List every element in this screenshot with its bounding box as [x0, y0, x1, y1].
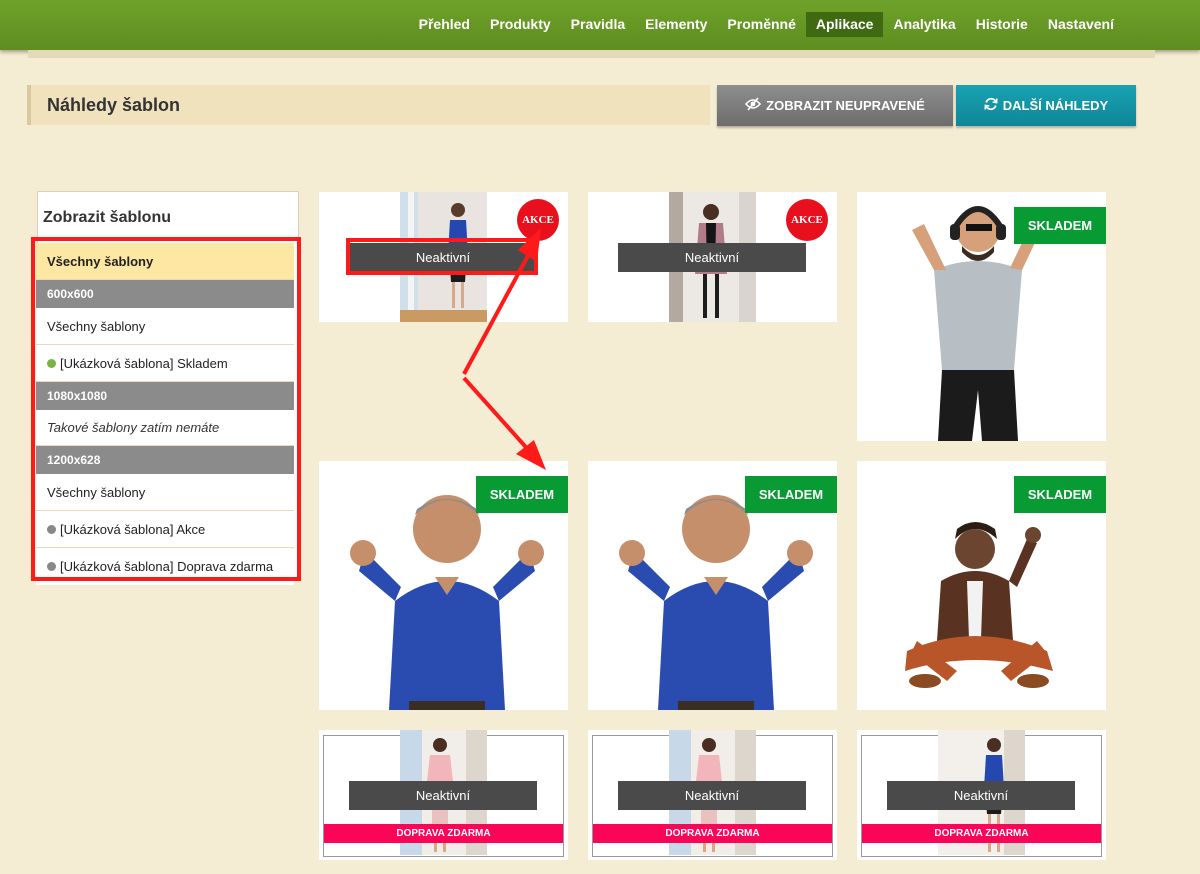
inactive-label: Neaktivní — [349, 781, 537, 810]
preview-card-doprava-1[interactable]: Neaktivní DOPRAVA ZDARMA — [319, 730, 568, 860]
skladem-badge: SKLADEM — [476, 476, 568, 513]
preview-card-skladem-1[interactable]: SKLADEM — [857, 192, 1106, 441]
man-blue-shirt-photo — [350, 495, 544, 710]
eye-slash-icon — [745, 97, 762, 114]
nav-item-produkty[interactable]: Produkty — [480, 12, 561, 37]
more-previews-label: DALŠÍ NÁHLEDY — [1002, 98, 1109, 113]
annotation-highlight-box — [346, 238, 538, 275]
nav-item-elementy[interactable]: Elementy — [635, 12, 717, 37]
preview-card-doprava-2[interactable]: Neaktivní DOPRAVA ZDARMA — [588, 730, 837, 860]
refresh-icon — [984, 97, 998, 114]
skladem-badge: SKLADEM — [1014, 207, 1106, 244]
show-unedited-button[interactable]: ZOBRAZIT NEUPRAVENÉ — [717, 85, 953, 126]
annotation-highlight-frame — [31, 237, 301, 581]
preview-card-akce-2[interactable]: Neaktivní AKCE — [588, 192, 837, 322]
akce-badge: AKCE — [517, 199, 559, 241]
filter-panel-title: Zobrazit šablonu — [43, 209, 171, 226]
akce-badge: AKCE — [786, 199, 828, 241]
annotation-arrow-down — [462, 376, 534, 456]
page-title: Náhledy šablon — [47, 95, 181, 115]
man-sitting-photo — [905, 522, 1053, 688]
top-navbar: Přehled Produkty Pravidla Elementy Promě… — [0, 0, 1200, 50]
preview-card-skladem-3[interactable]: SKLADEM — [588, 461, 837, 710]
nav-item-promenne[interactable]: Proměnné — [717, 12, 805, 37]
preview-card-doprava-3[interactable]: Neaktivní DOPRAVA ZDARMA — [857, 730, 1106, 860]
nav-item-nastaveni[interactable]: Nastavení — [1038, 12, 1124, 37]
nav-item-analytika[interactable]: Analytika — [883, 12, 965, 37]
page-header: Náhledy šablon — [27, 85, 710, 125]
nav-item-pravidla[interactable]: Pravidla — [561, 12, 635, 37]
skladem-badge: SKLADEM — [1014, 476, 1106, 513]
more-previews-button[interactable]: DALŠÍ NÁHLEDY — [956, 85, 1136, 126]
skladem-badge: SKLADEM — [745, 476, 837, 513]
doprava-banner: DOPRAVA ZDARMA — [862, 824, 1101, 843]
inactive-label: Neaktivní — [618, 243, 806, 272]
nav-item-prehled[interactable]: Přehled — [409, 12, 480, 37]
doprava-banner: DOPRAVA ZDARMA — [324, 824, 563, 843]
show-unedited-label: ZOBRAZIT NEUPRAVENÉ — [766, 98, 925, 113]
main-nav: Přehled Produkty Pravidla Elementy Promě… — [409, 12, 1124, 37]
preview-card-skladem-4[interactable]: SKLADEM — [857, 461, 1106, 710]
nav-item-aplikace[interactable]: Aplikace — [805, 12, 884, 37]
nav-item-historie[interactable]: Historie — [966, 12, 1038, 37]
man-blue-shirt-photo — [619, 495, 813, 710]
preview-card-skladem-2[interactable]: SKLADEM — [319, 461, 568, 710]
navbar-shadow-strip — [28, 50, 1155, 58]
doprava-banner: DOPRAVA ZDARMA — [593, 824, 832, 843]
inactive-label: Neaktivní — [618, 781, 806, 810]
inactive-label: Neaktivní — [887, 781, 1075, 810]
